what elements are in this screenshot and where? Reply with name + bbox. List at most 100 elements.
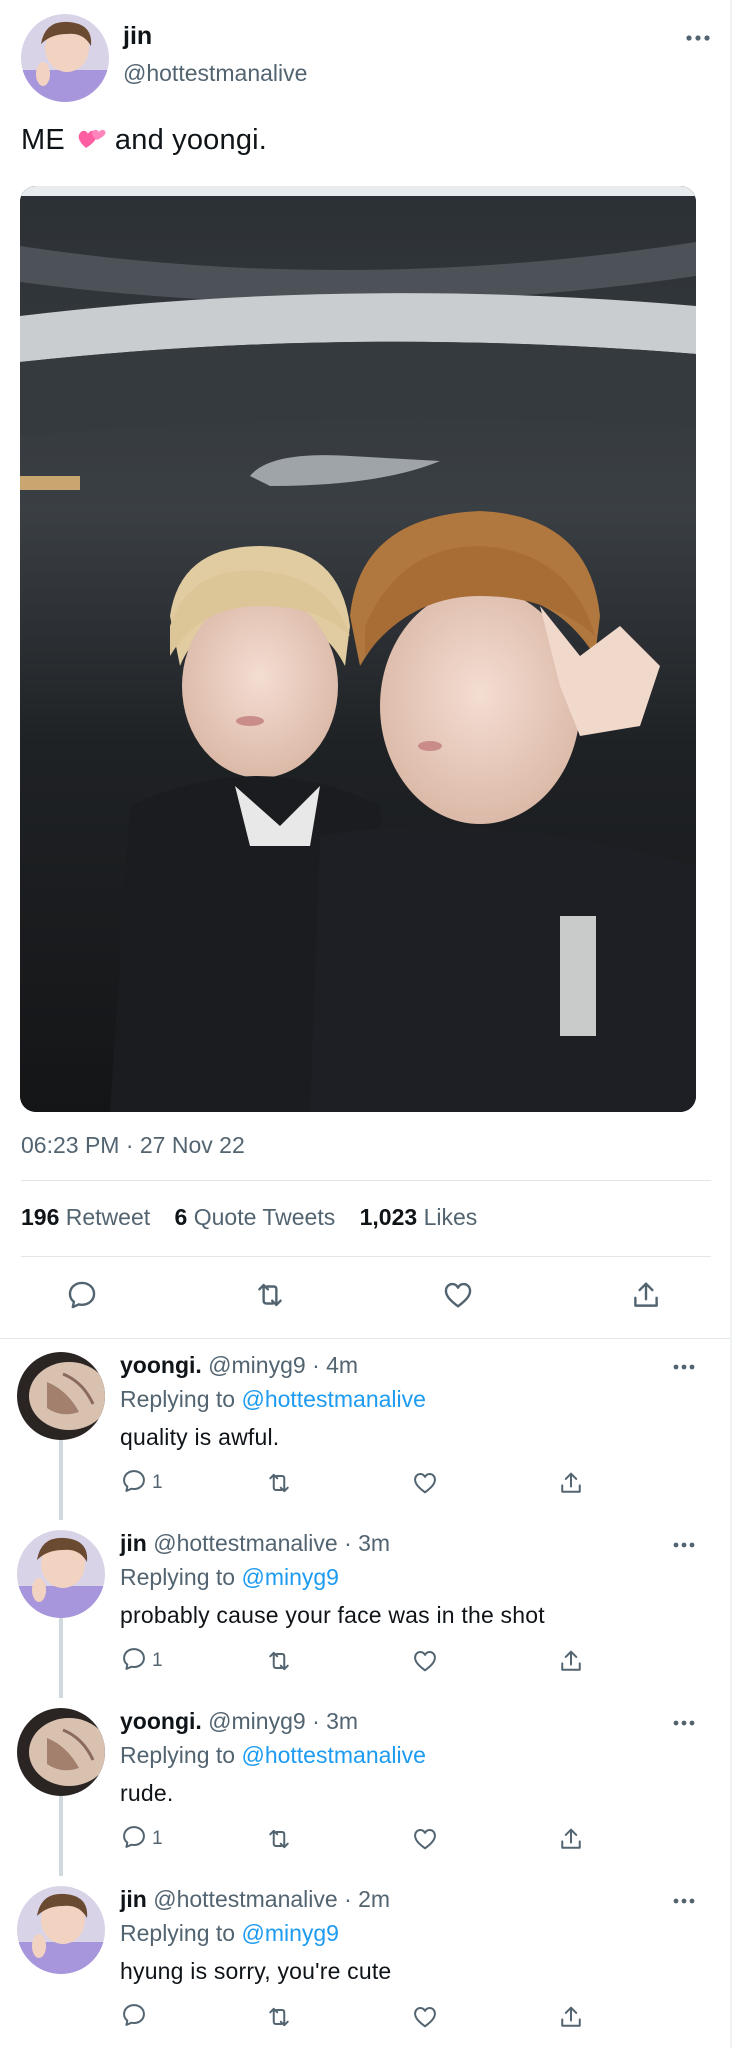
retweet-icon[interactable] bbox=[265, 1646, 293, 1676]
reply-author-name[interactable]: yoongi. bbox=[120, 1708, 202, 1734]
reply-button[interactable]: 1 bbox=[120, 1646, 163, 1676]
retweet-icon[interactable] bbox=[265, 2002, 293, 2032]
replying-to: Replying to @minyg9 bbox=[120, 1920, 339, 1947]
avatar[interactable] bbox=[17, 1352, 105, 1440]
reply-header: yoongi. @minyg9 · 3m bbox=[120, 1708, 358, 1735]
main-tweet-header: jin @hottestmanalive bbox=[21, 14, 711, 104]
share-icon[interactable] bbox=[557, 1468, 585, 1498]
reply-icon bbox=[120, 1467, 148, 1500]
likes-label: Likes bbox=[423, 1204, 478, 1230]
reply-author-name[interactable]: jin bbox=[120, 1886, 147, 1912]
replying-label: Replying to bbox=[120, 1920, 236, 1946]
reply-icon bbox=[120, 2001, 148, 2034]
reply-actions bbox=[120, 2002, 640, 2034]
replying-label: Replying to bbox=[120, 1742, 236, 1768]
reply-button[interactable] bbox=[120, 2002, 152, 2032]
reply-author-name[interactable]: jin bbox=[120, 1530, 147, 1556]
reply-actions: 1 bbox=[120, 1646, 640, 1678]
author-handle[interactable]: @hottestmanalive bbox=[123, 60, 307, 87]
mention-link[interactable]: @minyg9 bbox=[241, 1920, 339, 1946]
reply-button[interactable]: 1 bbox=[120, 1824, 163, 1854]
reply-text: rude. bbox=[120, 1780, 174, 1806]
heart-icon[interactable] bbox=[411, 1646, 439, 1676]
reply-author-name[interactable]: yoongi. bbox=[120, 1352, 202, 1378]
tweet-timestamp[interactable]: 06:23 PM · 27 Nov 22 bbox=[21, 1132, 245, 1159]
tweet-stats: 196 Retweet 6 Quote Tweets 1,023 Likes bbox=[21, 1204, 477, 1231]
replies-divider bbox=[0, 1338, 730, 1339]
quote-label: Quote Tweets bbox=[193, 1204, 336, 1230]
reply-icon bbox=[120, 1823, 148, 1856]
more-icon[interactable] bbox=[672, 1714, 696, 1732]
share-icon[interactable] bbox=[557, 1824, 585, 1854]
reply-tweet[interactable]: jin @hottestmanalive · 2m Replying to @m… bbox=[0, 1874, 730, 2048]
reply-time: · 3m bbox=[344, 1530, 391, 1556]
quote-count: 6 bbox=[174, 1204, 188, 1230]
reply-icon bbox=[120, 1645, 148, 1678]
heart-icon[interactable] bbox=[411, 1468, 439, 1498]
replying-to: Replying to @hottestmanalive bbox=[120, 1386, 426, 1413]
tweet-text: ME and yoongi. bbox=[21, 124, 267, 157]
more-icon[interactable] bbox=[685, 28, 711, 48]
retweet-icon[interactable] bbox=[265, 1824, 293, 1854]
reply-author-handle[interactable]: @minyg9 bbox=[208, 1352, 306, 1378]
reply-tweet[interactable]: yoongi. @minyg9 · 4m Replying to @hottes… bbox=[0, 1340, 730, 1518]
more-icon[interactable] bbox=[672, 1536, 696, 1554]
divider bbox=[21, 1256, 711, 1257]
reply-actions: 1 bbox=[120, 1468, 640, 1500]
retweet-label: Retweet bbox=[65, 1204, 151, 1230]
reply-tweet[interactable]: jin @hottestmanalive · 3m Replying to @m… bbox=[0, 1518, 730, 1696]
tweet-photo[interactable] bbox=[20, 186, 696, 1112]
reply-text: probably cause your face was in the shot bbox=[120, 1602, 545, 1628]
retweet-stat[interactable]: 196 Retweet bbox=[21, 1204, 150, 1230]
avatar[interactable] bbox=[17, 1530, 105, 1618]
replying-to: Replying to @hottestmanalive bbox=[120, 1742, 426, 1769]
reply-author-handle[interactable]: @hottestmanalive bbox=[153, 1530, 337, 1556]
share-icon[interactable] bbox=[557, 2002, 585, 2032]
reply-author-handle[interactable]: @minyg9 bbox=[208, 1708, 306, 1734]
share-icon[interactable] bbox=[557, 1646, 585, 1676]
avatar[interactable] bbox=[17, 1708, 105, 1796]
two-hearts-emoji bbox=[77, 126, 107, 152]
mention-link[interactable]: @hottestmanalive bbox=[241, 1742, 425, 1768]
heart-icon[interactable] bbox=[411, 2002, 439, 2032]
tweet-text-start: ME bbox=[21, 124, 65, 156]
heart-icon[interactable] bbox=[441, 1278, 475, 1312]
avatar[interactable] bbox=[21, 14, 109, 102]
mention-link[interactable]: @minyg9 bbox=[241, 1564, 339, 1590]
likes-stat[interactable]: 1,023 Likes bbox=[360, 1204, 478, 1230]
reply-text: hyung is sorry, you're cute bbox=[120, 1958, 392, 1984]
replying-label: Replying to bbox=[120, 1386, 236, 1412]
more-icon[interactable] bbox=[672, 1358, 696, 1376]
share-icon[interactable] bbox=[629, 1278, 663, 1312]
more-icon[interactable] bbox=[672, 1892, 696, 1910]
reply-icon[interactable] bbox=[65, 1278, 99, 1312]
heart-icon[interactable] bbox=[411, 1824, 439, 1854]
reply-button[interactable]: 1 bbox=[120, 1468, 163, 1498]
main-tweet-actions bbox=[21, 1278, 711, 1318]
retweet-icon[interactable] bbox=[253, 1278, 287, 1312]
reply-tweet[interactable]: yoongi. @minyg9 · 3m Replying to @hottes… bbox=[0, 1696, 730, 1874]
reply-header: jin @hottestmanalive · 3m bbox=[120, 1530, 390, 1557]
quote-stat[interactable]: 6 Quote Tweets bbox=[175, 1204, 336, 1230]
avatar[interactable] bbox=[17, 1886, 105, 1974]
tweet-detail-page: jin @hottestmanalive ME and yoongi. 06:2… bbox=[0, 0, 732, 2048]
author-name[interactable]: jin bbox=[123, 22, 152, 51]
mention-link[interactable]: @hottestmanalive bbox=[241, 1386, 425, 1412]
divider bbox=[21, 1180, 711, 1181]
retweet-icon[interactable] bbox=[265, 1468, 293, 1498]
replying-to: Replying to @minyg9 bbox=[120, 1564, 339, 1591]
reply-time: · 4m bbox=[312, 1352, 359, 1378]
reply-time: · 3m bbox=[312, 1708, 359, 1734]
reply-count: 1 bbox=[152, 1828, 163, 1849]
reply-author-handle[interactable]: @hottestmanalive bbox=[153, 1886, 337, 1912]
retweet-count: 196 bbox=[21, 1204, 60, 1230]
reply-count: 1 bbox=[152, 1650, 163, 1671]
reply-time: · 2m bbox=[344, 1886, 391, 1912]
reply-count: 1 bbox=[152, 1472, 163, 1493]
reply-text: quality is awful. bbox=[120, 1424, 280, 1450]
reply-actions: 1 bbox=[120, 1824, 640, 1856]
reply-header: jin @hottestmanalive · 2m bbox=[120, 1886, 390, 1913]
replying-label: Replying to bbox=[120, 1564, 236, 1590]
reply-header: yoongi. @minyg9 · 4m bbox=[120, 1352, 358, 1379]
likes-count: 1,023 bbox=[359, 1204, 418, 1230]
